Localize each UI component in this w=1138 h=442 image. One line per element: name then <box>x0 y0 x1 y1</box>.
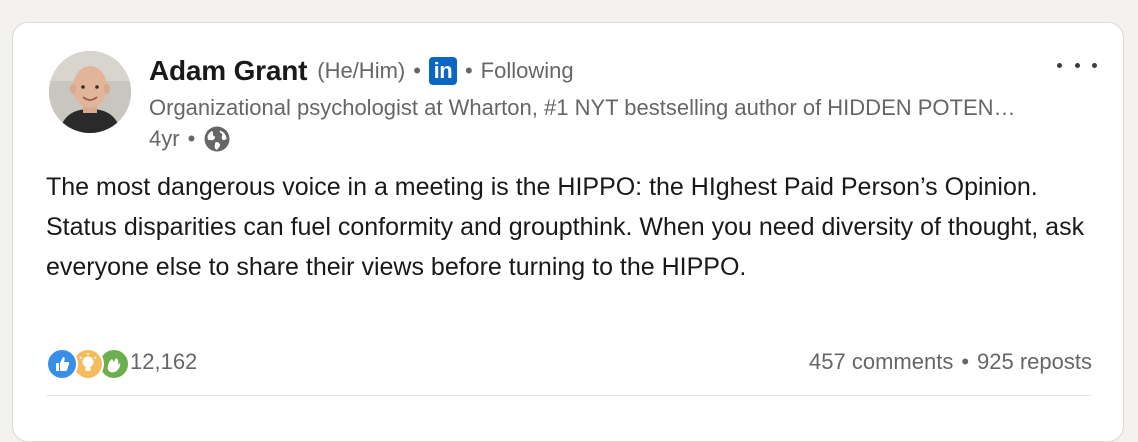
post-card: Adam Grant (He/Him) • in • Following Org… <box>12 22 1124 442</box>
separator-dot: • <box>187 126 196 151</box>
separator-dot: • <box>413 58 421 83</box>
divider <box>46 395 1092 396</box>
post-body: The most dangerous voice in a meeting is… <box>46 167 1106 287</box>
engagement-stats: 457 comments • 925 reposts <box>809 349 1092 375</box>
separator-dot: • <box>961 349 970 374</box>
globe-icon <box>204 126 230 152</box>
avatar-photo <box>49 51 131 133</box>
reactions-summary[interactable]: 12,162 <box>46 346 198 380</box>
post-body-line: The most dangerous voice in a meeting is… <box>46 173 1038 201</box>
post-time[interactable]: 4yr <box>149 126 180 152</box>
avatar[interactable] <box>49 51 131 133</box>
reaction-icons <box>46 346 130 380</box>
linkedin-premium-icon: in <box>428 57 457 85</box>
post-header: Adam Grant (He/Him) • in • Following Org… <box>149 51 1039 155</box>
reaction-count: 12,162 <box>130 349 198 374</box>
post-body-line: Status disparities can fuel conformity a… <box>46 213 1085 281</box>
comments-count-link[interactable]: 457 comments <box>809 349 953 375</box>
like-icon <box>46 348 78 380</box>
social-counts: 12,162 457 comments • 925 reposts <box>46 345 1092 380</box>
more-dot <box>1092 62 1097 68</box>
more-dot <box>1074 62 1080 68</box>
follow-status[interactable]: Following <box>481 58 574 84</box>
author-name[interactable]: Adam Grant <box>149 55 307 87</box>
more-options-icon[interactable] <box>1057 51 1097 79</box>
more-dot <box>1057 62 1062 68</box>
reposts-count-link[interactable]: 925 reposts <box>977 349 1092 375</box>
separator-dot: • <box>464 58 473 83</box>
post-meta: 4yr • <box>149 123 1039 155</box>
author-headline: Organizational psychologist at Wharton, … <box>149 95 1019 120</box>
author-pronouns: (He/Him) <box>317 58 406 83</box>
author-row: Adam Grant (He/Him) • in • Following <box>149 51 1039 91</box>
